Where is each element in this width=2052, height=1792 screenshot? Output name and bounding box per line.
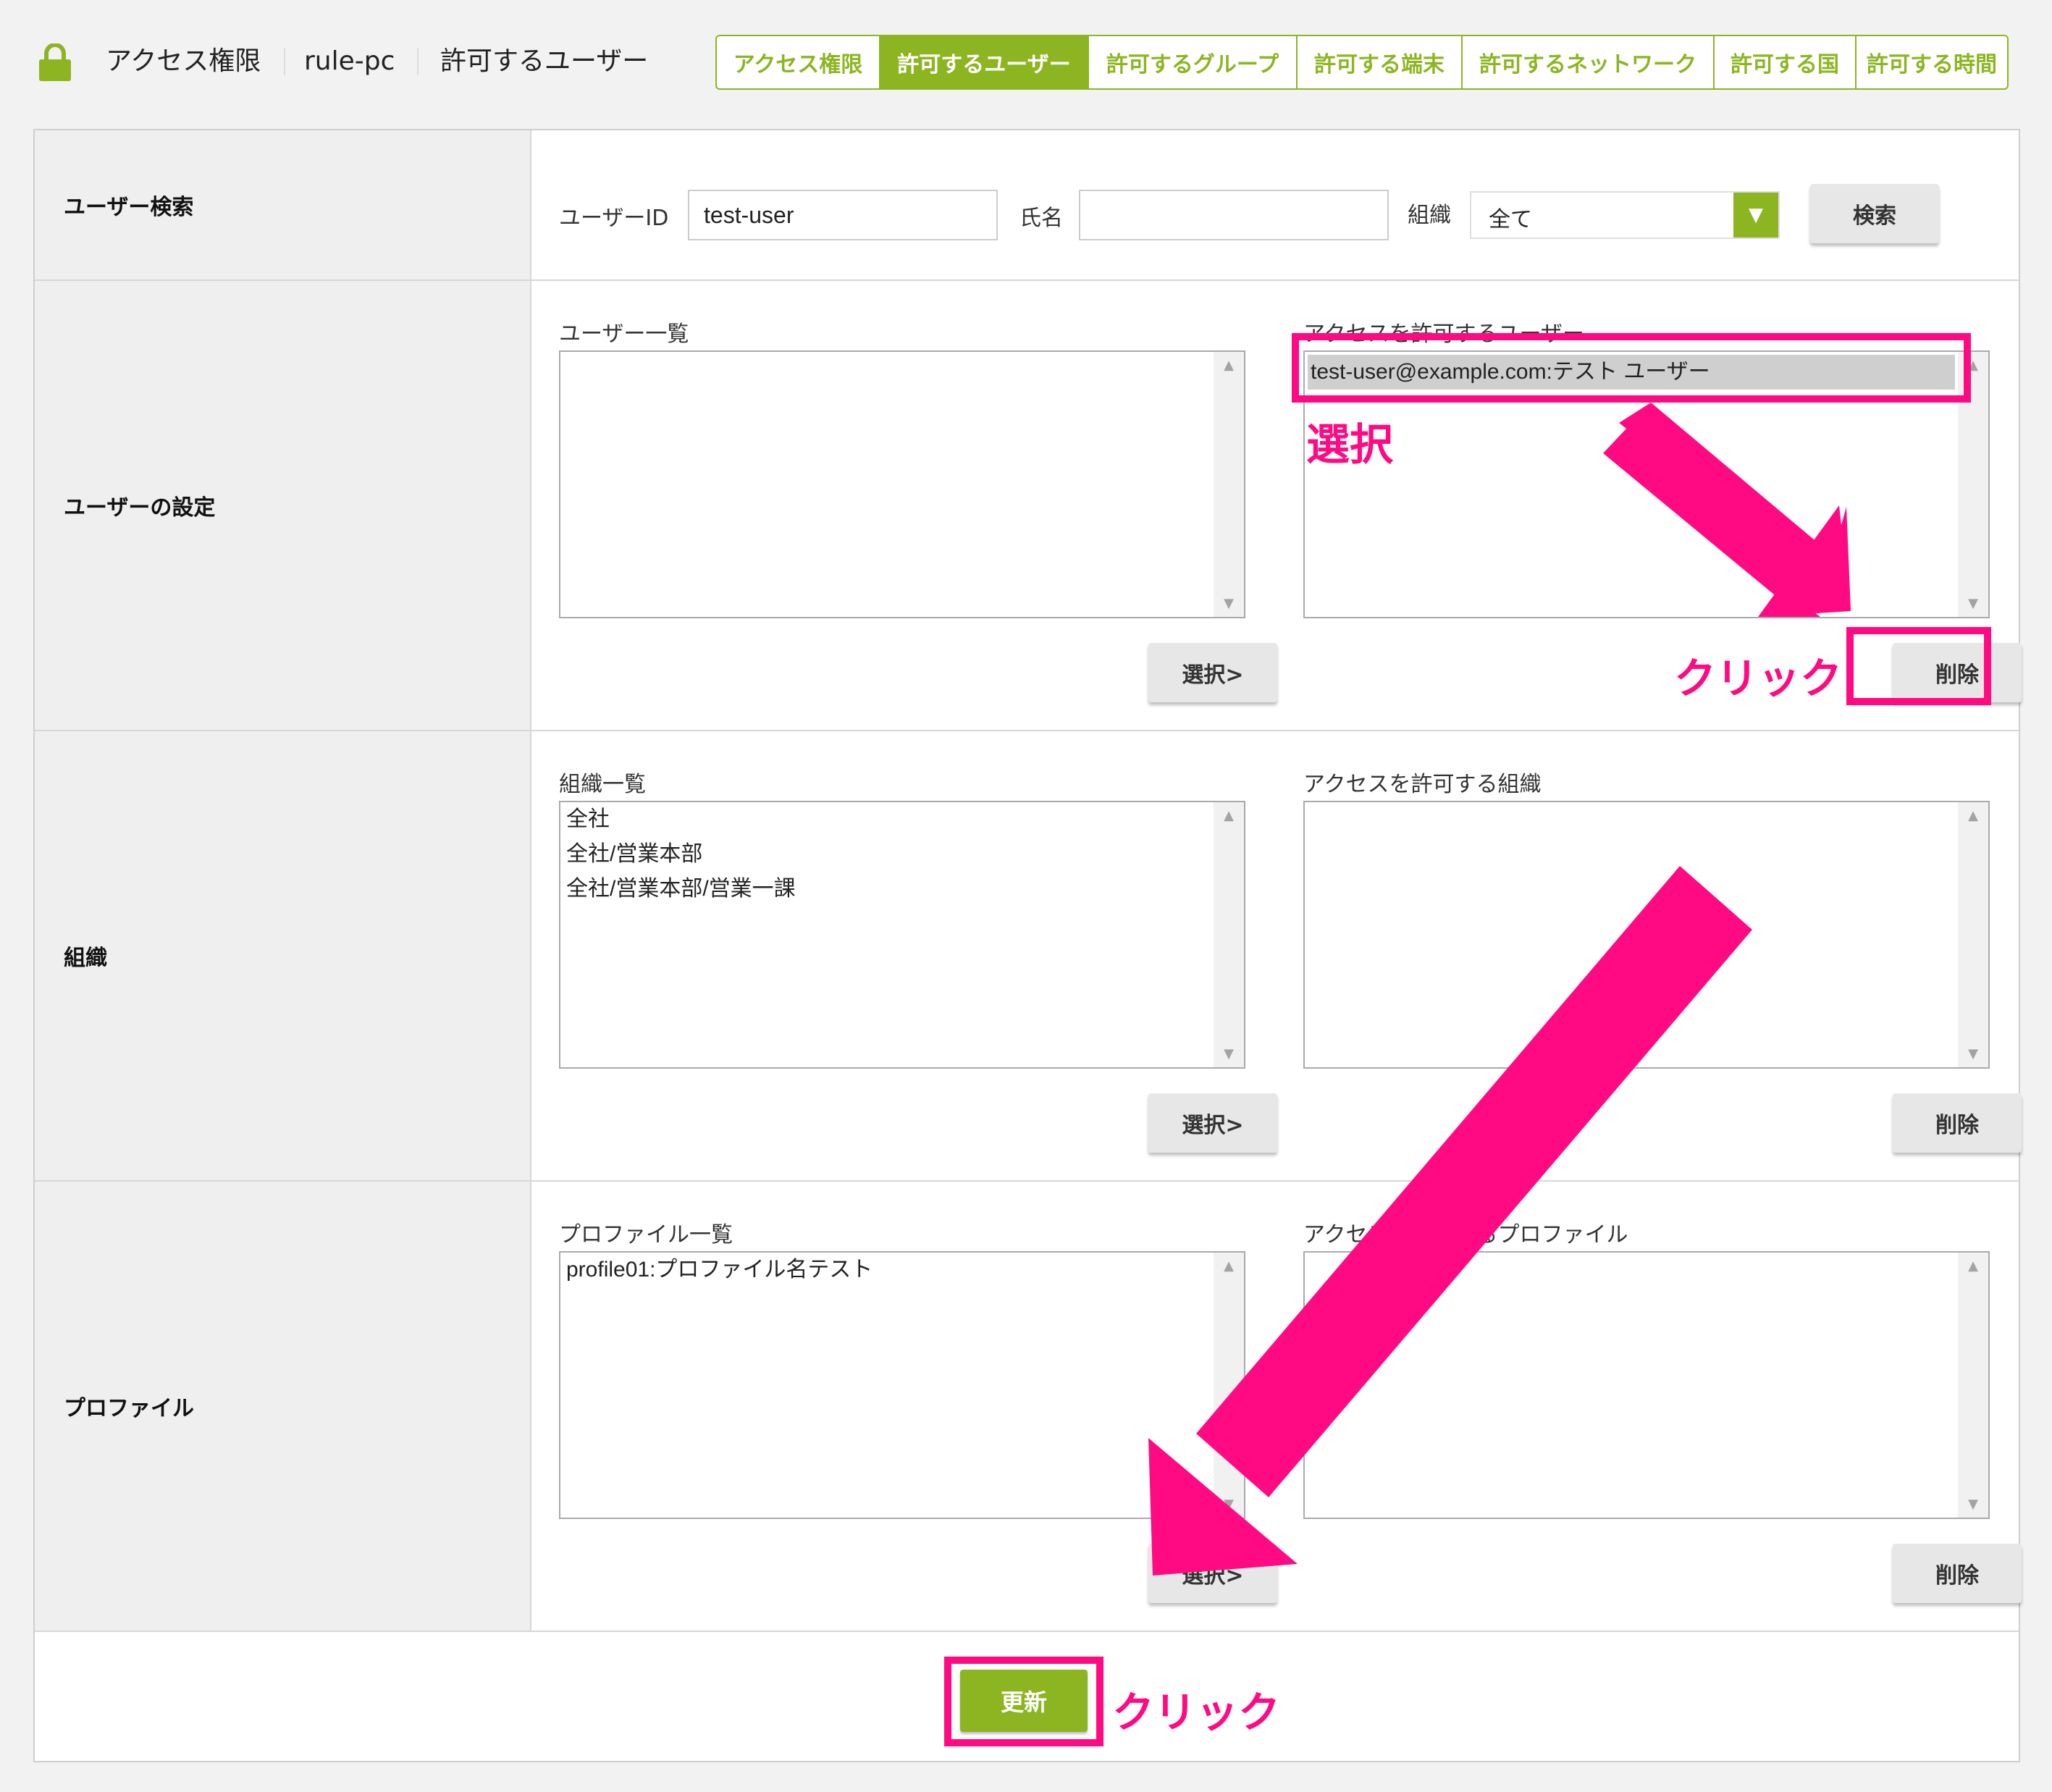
arrow-icon — [1603, 403, 1851, 617]
arrow-icon — [1148, 866, 1752, 1576]
annotation-arrows — [1148, 403, 1851, 1576]
